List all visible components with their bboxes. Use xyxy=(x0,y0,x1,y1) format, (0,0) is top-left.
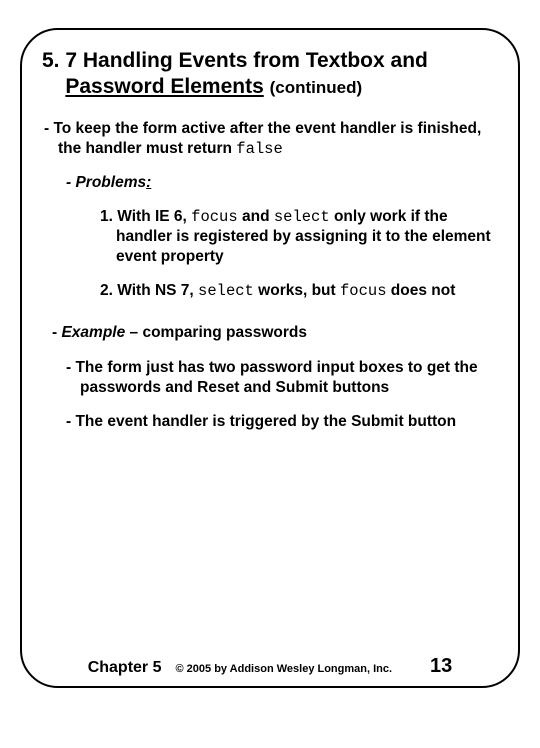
code-select-1: select xyxy=(274,208,330,226)
text-form-desc: - The form just has two password input b… xyxy=(66,359,478,396)
text-p2-mid: works, but xyxy=(254,282,340,299)
code-focus-2: focus xyxy=(340,282,387,300)
slide-footer: Chapter 5 © 2005 by Addison Wesley Longm… xyxy=(22,655,518,678)
slide-title: 5. 7 Handling Events from Textbox and Pa… xyxy=(42,48,498,101)
title-underlined: Password Elements xyxy=(65,75,263,98)
text-example-word: Example xyxy=(61,324,125,341)
slide-body: - To keep the form active after the even… xyxy=(42,119,498,433)
text-p1-pre: 1. With IE 6, xyxy=(100,208,191,225)
bullet-form-desc: - The form just has two password input b… xyxy=(66,358,488,398)
title-continued: (continued) xyxy=(270,78,363,97)
text-example-rest: – comparing passwords xyxy=(125,324,307,341)
text-problems-label: - Problems: xyxy=(66,174,151,191)
footer-copyright: © 2005 by Addison Wesley Longman, Inc. xyxy=(176,663,393,675)
text-p2-post: does not xyxy=(387,282,456,299)
bullet-keep-active: - To keep the form active after the even… xyxy=(44,119,498,159)
text-p1-mid1: and xyxy=(238,208,274,225)
text-trigger-desc: - The event handler is triggered by the … xyxy=(66,413,456,430)
bullet-problem-1: 1. With IE 6, focus and select only work… xyxy=(86,207,498,267)
footer-chapter: Chapter 5 xyxy=(88,659,162,677)
code-false: false xyxy=(236,140,283,158)
title-section-number: 5. 7 xyxy=(42,49,77,72)
footer-page-number: 13 xyxy=(430,655,452,678)
bullet-problems: - Problems: xyxy=(66,173,498,193)
bullet-problem-2: 2. With NS 7, select works, but focus do… xyxy=(86,281,498,301)
text-p2-pre: 2. With NS 7, xyxy=(100,282,198,299)
code-focus-1: focus xyxy=(191,208,238,226)
title-main: Handling Events from Textbox and xyxy=(83,49,428,72)
bullet-example: - Example – comparing passwords xyxy=(52,323,498,343)
code-select-2: select xyxy=(198,282,254,300)
slide-frame: 5. 7 Handling Events from Textbox and Pa… xyxy=(20,28,520,688)
bullet-trigger-desc: - The event handler is triggered by the … xyxy=(66,412,488,432)
